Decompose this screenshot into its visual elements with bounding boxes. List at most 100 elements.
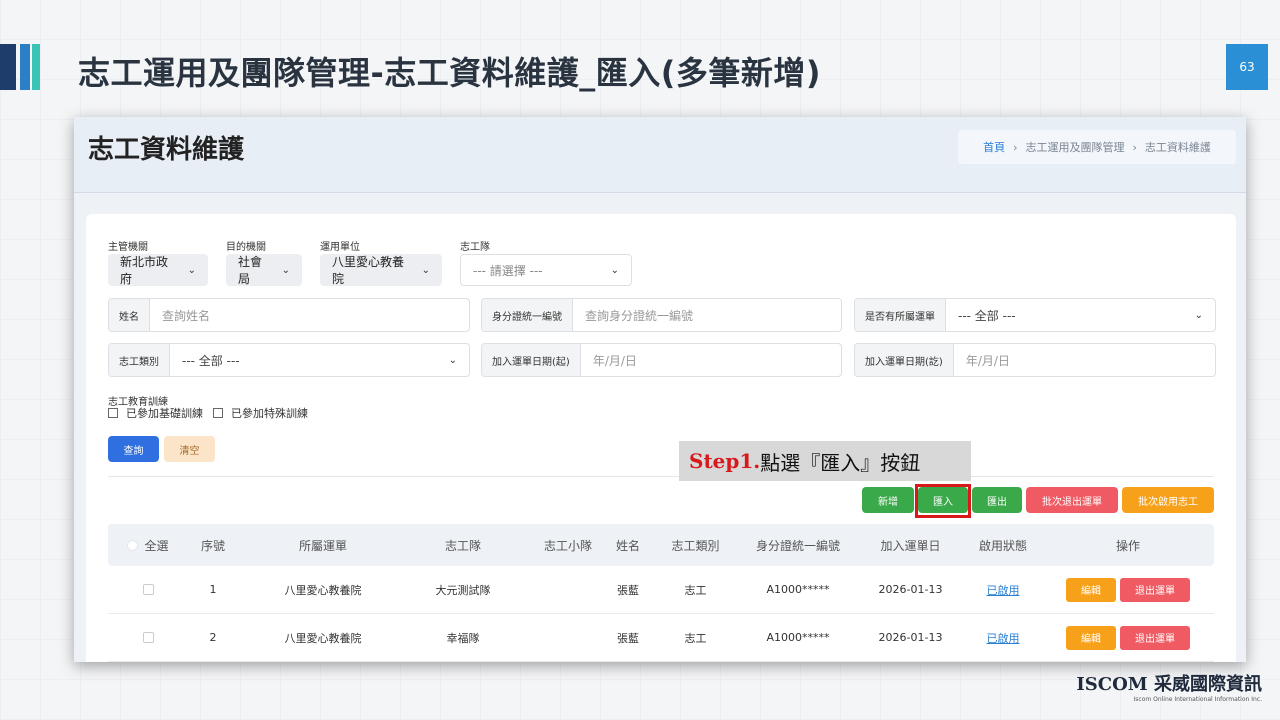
header-id: 身分證統一編號: [755, 538, 840, 553]
import-highlight-box: [915, 484, 971, 518]
chevron-down-icon: ⌄: [281, 264, 290, 276]
join-end-date[interactable]: 加入運單日期(訖) 年/月/日: [854, 343, 1216, 377]
breadcrumb-home[interactable]: 首頁: [983, 139, 1005, 155]
chevron-down-icon: ⌄: [610, 264, 619, 276]
row-date: 2026-01-13: [878, 583, 943, 596]
chevron-right-icon: ›: [1013, 140, 1018, 154]
row-name: 張藍: [617, 631, 639, 645]
agency-select[interactable]: 新北市政府 ⌄: [108, 254, 208, 286]
chevron-down-icon: ⌄: [448, 354, 457, 366]
header-no: 序號: [200, 538, 225, 553]
step-text: 點選『匯入』按鈕: [760, 450, 921, 475]
row-no: 1: [209, 583, 217, 596]
title-bar-accent: [20, 44, 30, 90]
quit-unit-button[interactable]: 退出運單: [1120, 625, 1190, 650]
page-number: 63: [1226, 44, 1268, 90]
row-checkbox[interactable]: [142, 632, 154, 643]
quit-unit-button[interactable]: 退出運單: [1120, 577, 1190, 602]
row-status-link[interactable]: 已啟用: [987, 630, 1020, 646]
header-date: 加入運單日: [880, 538, 941, 553]
has-unit-select[interactable]: 是否有所屬運單 --- 全部 --- ⌄: [854, 298, 1216, 332]
row-unit: 八里愛心教養院: [284, 631, 362, 645]
add-button[interactable]: 新增: [862, 487, 914, 513]
join-start-date[interactable]: 加入運單日期(起) 年/月/日: [481, 343, 842, 377]
purpose-label: 目的機關: [226, 242, 266, 253]
basic-training-checkbox[interactable]: [108, 408, 118, 418]
slide-title: 志工運用及團隊管理-志工資料維護_匯入(多筆新增): [78, 54, 822, 92]
page-header: 志工資料維護 首頁 › 志工運用及團隊管理 › 志工資料維護: [74, 117, 1246, 193]
unit-label: 運用單位: [320, 242, 360, 253]
type-value: --- 全部 ---: [182, 353, 240, 368]
chevron-down-icon: ⌄: [187, 264, 196, 276]
edit-button[interactable]: 編輯: [1066, 577, 1116, 602]
team-label: 志工隊: [460, 242, 490, 253]
table-row: 1 八里愛心教養院 大元測試隊 張藍 志工 A1000***** 2026-01…: [108, 566, 1214, 614]
type-label: 志工類別: [109, 344, 170, 376]
row-status-link[interactable]: 已啟用: [987, 582, 1020, 598]
row-date: 2026-01-13: [878, 631, 943, 644]
purpose-value: 社會局: [238, 255, 263, 286]
name-label: 姓名: [109, 299, 150, 331]
special-training-label: 已參加特殊訓練: [231, 407, 308, 420]
chevron-down-icon: ⌄: [421, 264, 430, 276]
header-select-all: 全選: [144, 538, 169, 553]
query-button[interactable]: 查詢: [108, 436, 159, 462]
select-all[interactable]: 全選: [118, 524, 178, 566]
id-placeholder: 查詢身分證統一編號: [585, 308, 694, 323]
special-training-checkbox[interactable]: [213, 408, 223, 418]
basic-training-label: 已參加基礎訓練: [126, 407, 203, 420]
header-status: 啟用狀態: [978, 538, 1027, 553]
id-label: 身分證統一編號: [482, 299, 573, 331]
app-screenshot: 志工資料維護 首頁 › 志工運用及團隊管理 › 志工資料維護 主管機關 新北市政…: [74, 117, 1246, 662]
batch-quit-button[interactable]: 批次退出運單: [1026, 487, 1118, 513]
type-select[interactable]: 志工類別 --- 全部 --- ⌄: [108, 343, 470, 377]
logo-subtext: Iscom Online International Information I…: [1133, 696, 1263, 703]
step-callout: Step1. 點選『匯入』按鈕: [679, 441, 971, 481]
has-unit-value: --- 全部 ---: [958, 308, 1016, 323]
step-number: Step1.: [689, 449, 761, 473]
row-type: 志工: [684, 631, 707, 645]
unit-select[interactable]: 八里愛心教養院 ⌄: [320, 254, 442, 286]
header-unit: 所屬運單: [298, 538, 347, 553]
row-checkbox[interactable]: [142, 584, 154, 595]
team-placeholder: --- 請選擇 ---: [473, 263, 543, 278]
search-card: 主管機關 新北市政府 ⌄ 目的機關 社會局 ⌄ 運用單位 八里愛心教養院 ⌄ 志…: [86, 214, 1236, 662]
clear-button[interactable]: 清空: [164, 436, 215, 462]
agency-value: 新北市政府: [120, 255, 169, 286]
chevron-down-icon: ⌄: [1194, 309, 1203, 321]
title-bar-accent: [0, 44, 16, 90]
table-row: 2 八里愛心教養院 幸福隊 張藍 志工 A1000***** 2026-01-1…: [108, 614, 1214, 662]
join-end-label: 加入運單日期(訖): [855, 344, 954, 376]
batch-enable-button[interactable]: 批次啟用志工: [1122, 487, 1214, 513]
row-no: 2: [209, 631, 217, 644]
edit-button[interactable]: 編輯: [1066, 625, 1116, 650]
header-name: 姓名: [615, 538, 640, 553]
name-field[interactable]: 姓名 查詢姓名: [108, 298, 470, 332]
table-header: 全選 序號 所屬運單 志工隊 志工小隊 姓名 志工類別 身分證統一編號 加入運單…: [108, 524, 1214, 566]
header-type: 志工類別: [671, 538, 720, 553]
export-button[interactable]: 匯出: [972, 487, 1022, 513]
join-start-label: 加入運單日期(起): [482, 344, 581, 376]
name-placeholder: 查詢姓名: [162, 308, 211, 323]
page-title: 志工資料維護: [88, 135, 245, 165]
unit-value: 八里愛心教養院: [332, 255, 405, 286]
join-end-placeholder: 年/月/日: [965, 353, 1010, 368]
row-id: A1000*****: [766, 583, 830, 596]
select-all-checkbox[interactable]: [127, 539, 139, 551]
team-select[interactable]: --- 請選擇 --- ⌄: [460, 254, 632, 286]
id-field[interactable]: 身分證統一編號 查詢身分證統一編號: [481, 298, 842, 332]
row-id: A1000*****: [766, 631, 830, 644]
row-type: 志工: [684, 583, 707, 597]
breadcrumb-item[interactable]: 志工運用及團隊管理: [1026, 139, 1125, 155]
has-unit-label: 是否有所屬運單: [855, 299, 946, 331]
breadcrumb: 首頁 › 志工運用及團隊管理 › 志工資料維護: [958, 130, 1236, 164]
row-name: 張藍: [617, 583, 639, 597]
header-actions: 操作: [1115, 538, 1140, 553]
title-bar-accent: [32, 44, 40, 90]
logo-text: ISCOM 采威國際資訊: [1076, 674, 1262, 695]
divider: [108, 476, 1214, 477]
row-unit: 八里愛心教養院: [284, 583, 362, 597]
purpose-select[interactable]: 社會局 ⌄: [226, 254, 302, 286]
training-checkboxes: 已參加基礎訓練 已參加特殊訓練: [108, 405, 308, 421]
agency-label: 主管機關: [108, 242, 148, 253]
